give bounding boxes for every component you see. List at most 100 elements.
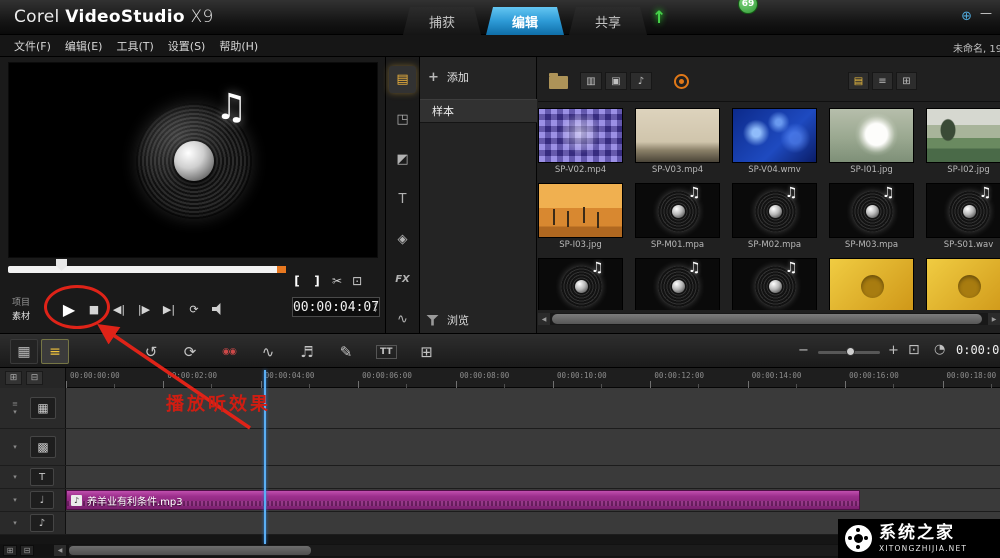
- timeline-ruler[interactable]: ⊞ ⊟ 00:00:00:00 00:00:02:00 00:00:04:00 00:…: [0, 368, 1000, 388]
- overlay-track-area[interactable]: [66, 429, 1000, 465]
- thumbnail[interactable]: [732, 258, 817, 310]
- tool-button[interactable]: ◉◉: [220, 347, 238, 357]
- repeat-button[interactable]: ⟳: [187, 303, 201, 316]
- view-button[interactable]: ≡: [872, 72, 893, 90]
- music-track-icon[interactable]: ♪: [30, 514, 54, 532]
- track-gutter[interactable]: ▾: [0, 496, 30, 504]
- tool-button[interactable]: ⊞: [418, 343, 436, 361]
- category-icon[interactable]: FX: [389, 266, 416, 293]
- library-item[interactable]: SP-M03.mpa: [829, 183, 915, 258]
- track-gutter[interactable]: ▾: [0, 519, 30, 527]
- volume-icon[interactable]: [212, 303, 221, 315]
- mark-out-button[interactable]: ]: [312, 274, 322, 288]
- media-filter-button[interactable]: ▥: [580, 72, 602, 90]
- category-icon[interactable]: ◩: [389, 146, 416, 173]
- menu-item[interactable]: 设置(S): [168, 38, 206, 54]
- menu-item[interactable]: 文件(F): [14, 38, 51, 54]
- menu-item[interactable]: 编辑(E): [65, 38, 103, 54]
- library-item[interactable]: SP-V02.mp4: [538, 108, 624, 183]
- chevron-down-icon[interactable]: ▾: [13, 443, 17, 451]
- thumbnail[interactable]: [829, 108, 914, 163]
- spin-down-icon[interactable]: ▼: [374, 308, 377, 315]
- thumbnail[interactable]: [635, 183, 720, 238]
- scrubber[interactable]: [8, 266, 286, 273]
- mark-in-button[interactable]: [: [292, 274, 302, 288]
- duration-icon[interactable]: ◔: [934, 342, 945, 357]
- tool-button[interactable]: ♬: [298, 343, 316, 361]
- chevron-down-icon[interactable]: ▾: [13, 519, 17, 527]
- step-tab[interactable]: 共享: [569, 7, 647, 35]
- parent-folder-icon[interactable]: [549, 73, 568, 89]
- library-item[interactable]: [926, 258, 1000, 310]
- library-item[interactable]: SP-S01.wav: [926, 183, 1000, 258]
- library-item[interactable]: [635, 258, 721, 310]
- track-gutter[interactable]: ▾: [0, 443, 30, 451]
- menu-item[interactable]: 帮助(H): [219, 38, 258, 54]
- category-icon[interactable]: ◈: [389, 226, 416, 253]
- overlay-track-icon[interactable]: ▩: [30, 436, 56, 458]
- thumbnail[interactable]: [538, 108, 623, 163]
- library-item[interactable]: [829, 258, 915, 310]
- update-arrow-icon[interactable]: ↑: [652, 8, 666, 28]
- track-gutter[interactable]: ≡ ▾: [0, 400, 30, 416]
- track-manager-button[interactable]: ⊞: [5, 371, 22, 385]
- chevron-down-icon[interactable]: ▾: [13, 473, 17, 481]
- notification-badge[interactable]: 69: [738, 0, 758, 14]
- library-item[interactable]: [538, 258, 624, 310]
- library-item[interactable]: SP-M02.mpa: [732, 183, 818, 258]
- scroll-left-button[interactable]: ◀: [538, 313, 550, 325]
- zoom-in-button[interactable]: +: [888, 343, 899, 358]
- step-tab[interactable]: 编辑: [486, 7, 564, 35]
- scrollbar-thumb[interactable]: [69, 546, 311, 555]
- globe-icon[interactable]: ⊕: [961, 9, 972, 24]
- zoom-out-button[interactable]: −: [798, 343, 809, 358]
- media-filter-button[interactable]: ♪: [630, 72, 652, 90]
- browse-button[interactable]: 浏览: [426, 312, 469, 328]
- scroll-left-button[interactable]: ◀: [54, 545, 66, 556]
- category-icon[interactable]: ▤: [389, 66, 416, 93]
- library-item[interactable]: SP-V04.wmv: [732, 108, 818, 183]
- add-button[interactable]: + 添加: [428, 69, 469, 85]
- thumbnail[interactable]: [926, 183, 1000, 238]
- previous-frame-button[interactable]: ◀|: [112, 303, 126, 316]
- minimize-button[interactable]: —: [980, 6, 992, 20]
- title-track-area[interactable]: [66, 466, 1000, 488]
- category-icon[interactable]: ∿: [389, 306, 416, 333]
- voice-track-area[interactable]: ♪ 养羊业有利条件.mp3: [66, 489, 1000, 511]
- timeline-option-button[interactable]: ⊟: [20, 545, 34, 556]
- enlarge-preview-button[interactable]: ⊡: [352, 274, 362, 288]
- scroll-right-button[interactable]: ▶: [988, 313, 1000, 325]
- motion-tracking-icon[interactable]: [674, 74, 689, 89]
- thumbnail[interactable]: [538, 258, 623, 310]
- title-track-icon[interactable]: T: [30, 468, 54, 486]
- chevron-down-icon[interactable]: ▾: [13, 408, 17, 416]
- library-item[interactable]: SP-V03.mp4: [635, 108, 721, 183]
- thumbnail[interactable]: [635, 108, 720, 163]
- toolbar-timecode[interactable]: 0:00:0: [956, 343, 999, 357]
- folder-item-sample[interactable]: 样本: [420, 99, 537, 123]
- media-filter-button[interactable]: ▣: [605, 72, 627, 90]
- timeline-option-button[interactable]: ⊞: [3, 545, 17, 556]
- play-button[interactable]: ▶: [62, 300, 76, 319]
- library-item[interactable]: SP-M01.mpa: [635, 183, 721, 258]
- category-icon[interactable]: ◳: [389, 106, 416, 133]
- track-gutter[interactable]: ▾: [0, 473, 30, 481]
- tool-button[interactable]: ∿: [259, 343, 277, 361]
- mode-project-label[interactable]: 项目: [12, 295, 30, 308]
- scrollbar-thumb[interactable]: [552, 314, 982, 324]
- thumbnail[interactable]: [732, 183, 817, 238]
- jump-end-button[interactable]: ▶|: [162, 303, 176, 316]
- thumbnail[interactable]: [732, 108, 817, 163]
- tool-button[interactable]: ↺: [142, 343, 160, 361]
- tool-button[interactable]: TT: [376, 344, 397, 359]
- next-frame-button[interactable]: |▶: [137, 303, 151, 316]
- thumbnail[interactable]: [829, 183, 914, 238]
- thumbnail[interactable]: [635, 258, 720, 310]
- video-track-icon[interactable]: ▦: [30, 397, 56, 419]
- track-manager-button[interactable]: ⊟: [26, 371, 43, 385]
- library-item[interactable]: [732, 258, 818, 310]
- music-clip[interactable]: ♪ 养羊业有利条件.mp3: [66, 490, 860, 510]
- fit-timeline-button[interactable]: ⊡: [908, 342, 920, 358]
- thumbnail[interactable]: [926, 258, 1000, 310]
- view-button[interactable]: ⊞: [896, 72, 917, 90]
